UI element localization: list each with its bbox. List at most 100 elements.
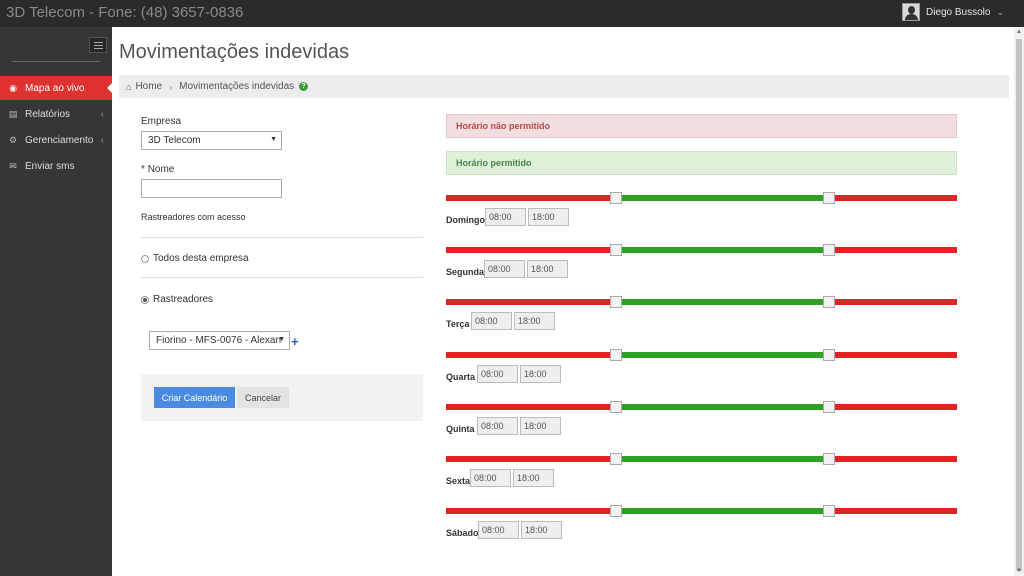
page-scrollbar[interactable]: ▲ ▼ bbox=[1014, 27, 1024, 576]
day-name: Sexta bbox=[446, 476, 471, 486]
book-icon: ▤ bbox=[8, 108, 18, 119]
day-name: Quinta bbox=[446, 423, 475, 434]
breadcrumb-home-link[interactable]: Home bbox=[135, 81, 162, 92]
day-name: Quarta bbox=[446, 371, 476, 382]
start-time-field[interactable]: 08:00 bbox=[485, 208, 526, 226]
start-time-field[interactable]: 08:00 bbox=[484, 260, 525, 279]
scroll-up-icon[interactable]: ▲ bbox=[1016, 29, 1022, 35]
range-end-handle[interactable] bbox=[823, 400, 836, 413]
day-row: Sábado 08:00 18:00 bbox=[446, 505, 957, 552]
start-time-field[interactable]: 08:00 bbox=[477, 364, 518, 383]
range-end-handle[interactable] bbox=[823, 192, 836, 204]
user-name: Diego Bussolo bbox=[925, 6, 991, 18]
rastreadores-acesso-label: Rastreadores com acesso bbox=[141, 212, 246, 222]
start-time-field[interactable]: 08:00 bbox=[470, 469, 511, 487]
user-menu[interactable]: Diego Bussolo ⌄ bbox=[901, 3, 1004, 21]
day-row: Sexta 08:00 18:00 bbox=[446, 453, 957, 500]
home-icon: ⌂ bbox=[126, 81, 132, 92]
end-time-field[interactable]: 18:00 bbox=[521, 521, 562, 540]
end-time-field[interactable]: 18:00 bbox=[520, 416, 561, 435]
range-end-handle[interactable] bbox=[823, 505, 836, 518]
end-time-field[interactable]: 18:00 bbox=[513, 469, 554, 487]
range-start-handle[interactable] bbox=[610, 296, 623, 309]
nome-label-text: Nome bbox=[147, 164, 175, 175]
radio-button[interactable] bbox=[141, 295, 149, 304]
radio-label: Rastreadores bbox=[153, 294, 214, 305]
day-row: Terça 08:00 18:00 bbox=[446, 296, 957, 343]
range-start-handle[interactable] bbox=[610, 192, 623, 204]
divider bbox=[141, 237, 423, 238]
sidebar-item-label: Relatórios bbox=[25, 108, 71, 120]
sidebar-item-label: Mapa ao vivo bbox=[25, 82, 85, 94]
envelope-icon: ✉ bbox=[9, 160, 17, 171]
allowed-range-fill bbox=[616, 508, 830, 515]
range-end-handle[interactable] bbox=[823, 453, 836, 465]
time-range-slider[interactable] bbox=[446, 453, 957, 465]
breadcrumb-current: Movimentações indevidas bbox=[179, 81, 295, 92]
legend-allowed: Horário permitido bbox=[446, 151, 957, 175]
chevron-left-icon: ‹ bbox=[100, 134, 104, 146]
allowed-range-fill bbox=[616, 247, 830, 254]
sidebar-item-mapa-ao-vivo[interactable]: ◉ Mapa ao vivo bbox=[0, 76, 112, 100]
day-name: Terça bbox=[446, 319, 470, 330]
rastreador-select[interactable]: Fiorino - MFS-0076 - Alexan ▼ bbox=[149, 331, 290, 350]
top-bar: 3D Telecom - Fone: (48) 3657-0836 Diego … bbox=[0, 0, 1024, 27]
day-name: Segunda bbox=[446, 267, 485, 278]
end-time-field[interactable]: 18:00 bbox=[527, 260, 568, 279]
chevron-left-icon: ‹ bbox=[100, 108, 104, 120]
radio-todos-desta-empresa[interactable]: Todos desta empresa bbox=[141, 253, 249, 264]
allowed-range-fill bbox=[616, 403, 830, 410]
range-start-handle[interactable] bbox=[610, 505, 623, 518]
range-start-handle[interactable] bbox=[610, 400, 623, 413]
time-range-slider[interactable] bbox=[446, 348, 957, 361]
nome-input[interactable] bbox=[141, 179, 282, 198]
day-name: Domingo bbox=[446, 215, 485, 225]
day-row: Segunda 08:00 18:00 bbox=[446, 244, 957, 291]
sidebar-item-enviar-sms[interactable]: ✉ Enviar sms bbox=[0, 154, 112, 178]
time-range-slider[interactable] bbox=[446, 296, 957, 309]
range-start-handle[interactable] bbox=[610, 453, 623, 465]
range-start-handle[interactable] bbox=[610, 244, 623, 257]
start-time-field[interactable]: 08:00 bbox=[478, 521, 519, 540]
required-marker: * bbox=[141, 164, 145, 175]
allowed-range-fill bbox=[616, 456, 830, 462]
scrollbar-thumb[interactable] bbox=[1016, 39, 1022, 571]
start-time-field[interactable]: 08:00 bbox=[477, 416, 518, 435]
end-time-field[interactable]: 18:00 bbox=[514, 312, 555, 331]
empresa-select[interactable]: 3D Telecom ▼ bbox=[141, 131, 282, 150]
radio-rastreadores[interactable]: Rastreadores bbox=[141, 294, 213, 305]
cancel-button[interactable]: Cancelar bbox=[237, 387, 289, 408]
scroll-down-icon[interactable]: ▼ bbox=[1016, 568, 1022, 574]
range-end-handle[interactable] bbox=[823, 296, 836, 309]
chevron-down-icon: ⌄ bbox=[996, 6, 1004, 17]
allowed-range-fill bbox=[616, 299, 830, 306]
end-time-field[interactable]: 18:00 bbox=[520, 364, 561, 383]
chevron-right-icon: › bbox=[169, 81, 173, 92]
radio-label: Todos desta empresa bbox=[153, 253, 249, 264]
caret-down-icon: ▼ bbox=[270, 136, 277, 143]
globe-icon: ◉ bbox=[9, 82, 17, 93]
help-icon[interactable]: ? bbox=[299, 82, 309, 91]
start-time-field[interactable]: 08:00 bbox=[471, 312, 512, 331]
range-end-handle[interactable] bbox=[823, 244, 836, 257]
add-rastreador-icon[interactable]: + bbox=[291, 334, 299, 349]
time-range-slider[interactable] bbox=[446, 505, 957, 518]
day-row: Domingo 08:00 18:00 bbox=[446, 192, 957, 239]
allowed-range-fill bbox=[616, 195, 830, 201]
sidebar-toggle-button[interactable] bbox=[89, 37, 107, 53]
sidebar-item-relatorios[interactable]: ▤ Relatórios ‹ bbox=[0, 102, 112, 126]
range-start-handle[interactable] bbox=[610, 348, 623, 361]
sidebar-item-gerenciamento[interactable]: ⚙ Gerenciamento ‹ bbox=[0, 128, 112, 152]
time-range-slider[interactable] bbox=[446, 192, 957, 204]
criar-calendario-button[interactable]: Criar Calendário bbox=[154, 387, 235, 408]
time-range-slider[interactable] bbox=[446, 400, 957, 413]
empresa-label: Empresa bbox=[141, 116, 182, 127]
time-range-slider[interactable] bbox=[446, 244, 957, 257]
app-brand: 3D Telecom - Fone: (48) 3657-0836 bbox=[6, 4, 244, 21]
radio-button[interactable] bbox=[141, 254, 149, 263]
end-time-field[interactable]: 18:00 bbox=[528, 208, 569, 226]
range-end-handle[interactable] bbox=[823, 348, 836, 361]
gears-icon: ⚙ bbox=[8, 134, 18, 145]
page-title: Movimentações indevidas bbox=[119, 41, 350, 63]
divider bbox=[141, 277, 423, 278]
